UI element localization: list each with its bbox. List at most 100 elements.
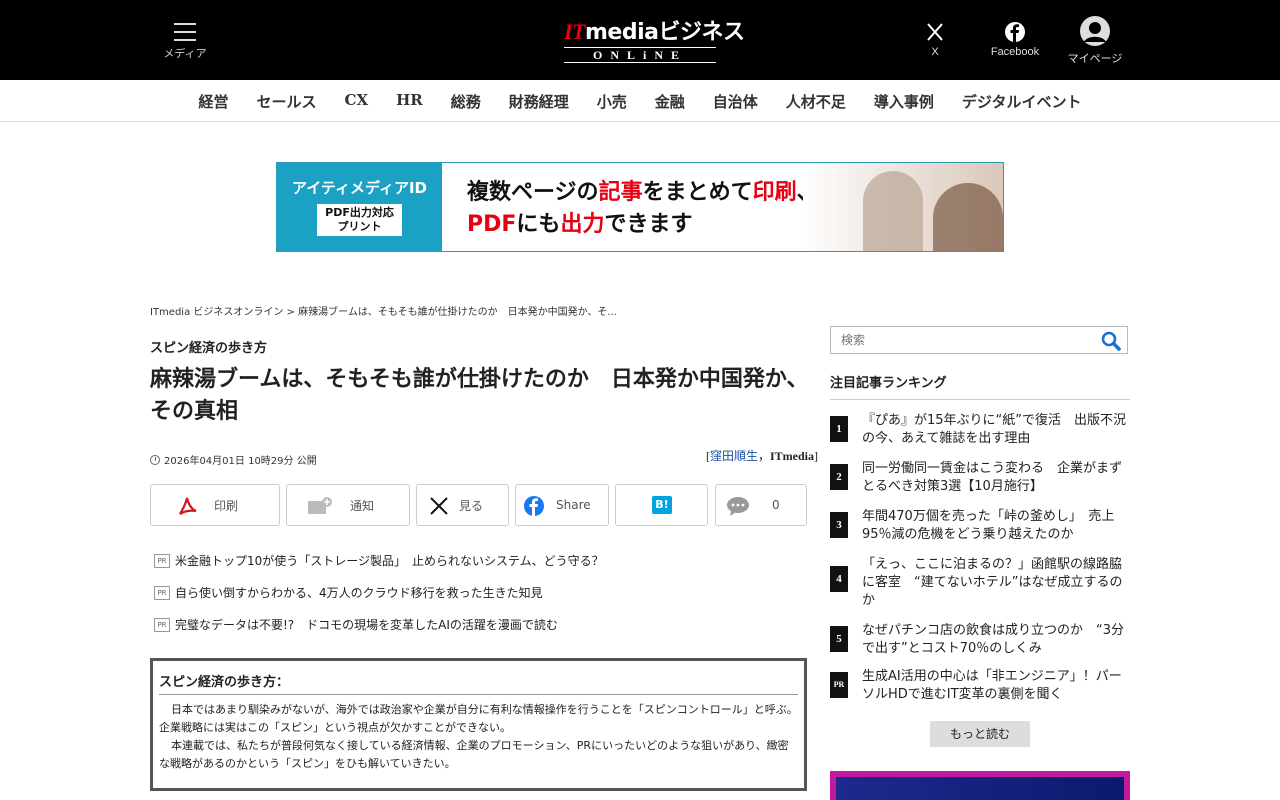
pr-link-item[interactable]: PR 自ら使い倒すからわかる、4万人のクラウド移行を救った生きた知見 xyxy=(154,584,604,616)
series-description-box: スピン経済の歩き方： 日本ではあまり馴染みがないが、海外では政治家や企業が自分に… xyxy=(150,658,807,791)
rank-title: 「えっ、ここに泊まるの？」函館駅の線路脇に客室 “建てないホテル”はなぜ成立する… xyxy=(862,557,1123,608)
notify-plus-icon xyxy=(308,497,332,514)
category-item[interactable]: 財務経理 xyxy=(495,91,583,112)
print-label: 印刷 xyxy=(214,498,239,513)
banner-copy-highlight: 記事 xyxy=(598,180,643,205)
share-toolbar: 印刷 通知 見る Share B! 0 xyxy=(150,484,810,526)
x-icon xyxy=(927,23,943,41)
facebook-share-label: Share xyxy=(556,498,591,512)
menu-label: メディア xyxy=(163,47,207,60)
site-header: メディア ITmediaビジネス ONLiNE X Facebook マイページ xyxy=(0,0,1280,80)
x-share-label: 見る xyxy=(459,498,484,513)
ranking-item[interactable]: 4 「えっ、ここに泊まるの？」函館駅の線路脇に客室 “建てないホテル”はなぜ成立す… xyxy=(830,556,1130,610)
category-nav: 経営 セールス CX HR 総務 財務経理 小売 金融 自治体 人材不足 導入事例 デジタルイベント xyxy=(0,80,1280,122)
rank-number: 5 xyxy=(830,626,848,652)
hatena-icon: B! xyxy=(652,496,672,514)
category-list: 経営 セールス CX HR 総務 財務経理 小売 金融 自治体 人材不足 導入事例 デジタルイベント xyxy=(184,91,1095,112)
banner-brand: アイティメディアID xyxy=(291,179,428,197)
banner-brand-panel: アイティメディアID PDF出力対応 プリント xyxy=(277,163,442,251)
category-item[interactable]: HR xyxy=(382,91,437,112)
comment-button[interactable]: 0 xyxy=(715,484,807,526)
rank-number: 1 xyxy=(830,416,848,442)
category-item[interactable]: CX xyxy=(331,91,383,112)
banner-ad[interactable]: アイティメディアID PDF出力対応 プリント 複数ページの記事をまとめて印刷、… xyxy=(276,162,1004,252)
clock-icon xyxy=(150,454,160,465)
publish-date: 2026年04月01日 10時29分 公開 xyxy=(150,452,317,467)
banner-badge-line2: プリント xyxy=(337,220,382,233)
mypage-label: マイページ xyxy=(1067,53,1123,65)
pr-link-item[interactable]: PR 米金融トップ10が使う「ストレージ製品」 止められないシステム、どう守る？ xyxy=(154,552,604,584)
x-share-button[interactable]: 見る xyxy=(416,484,509,526)
pdf-icon xyxy=(179,497,197,515)
logo-sub: ONLiNE xyxy=(564,47,716,63)
comment-icon xyxy=(727,497,749,516)
category-item[interactable]: 経営 xyxy=(184,91,242,112)
article-title: 麻辣湯ブームは、そもそも誰が仕掛けたのか 日本発か中国発か、その真相 xyxy=(150,367,809,424)
banner-copy-highlight: 印刷 xyxy=(752,180,797,205)
author-byline: [窪田順生，ITmedia] xyxy=(706,447,818,464)
category-item[interactable]: セールス xyxy=(242,91,330,112)
facebook-icon xyxy=(1005,22,1025,42)
x-link[interactable]: X xyxy=(915,22,955,58)
facebook-link[interactable]: Facebook xyxy=(985,22,1045,58)
category-item[interactable]: 総務 xyxy=(437,91,495,112)
notify-button[interactable]: 通知 xyxy=(286,484,410,526)
ranking-heading: 注目記事ランキング xyxy=(830,372,1130,400)
breadcrumb[interactable]: ITmedia ビジネスオンライン > 麻辣湯ブームは、そもそも誰が仕掛けたのか… xyxy=(150,303,617,318)
category-item[interactable]: デジタルイベント xyxy=(948,91,1096,112)
rank-number: PR xyxy=(830,672,848,698)
x-label: X xyxy=(931,46,939,58)
category-item[interactable]: 導入事例 xyxy=(860,91,948,112)
rank-number: 2 xyxy=(830,464,848,490)
pr-links: PR 米金融トップ10が使う「ストレージ製品」 止められないシステム、どう守る？ P… xyxy=(154,552,604,648)
category-item[interactable]: 人材不足 xyxy=(772,91,860,112)
media-menu-button[interactable]: メディア xyxy=(160,20,210,64)
publish-date-text: 2026年04月01日 10時29分 公開 xyxy=(164,456,317,467)
logo-prefix: IT xyxy=(564,19,586,44)
hamburger-icon xyxy=(174,23,196,41)
pr-link-text: 自ら使い倒すからわかる、4万人のクラウド移行を救った生きた知見 xyxy=(175,586,543,600)
banner-copy-text: できます xyxy=(604,212,693,237)
sidebar-ad[interactable] xyxy=(830,771,1130,800)
banner-copy-highlight: 出力 xyxy=(560,212,605,237)
series-label[interactable]: スピン経済の歩き方 xyxy=(150,337,267,356)
facebook-label: Facebook xyxy=(990,46,1040,58)
pr-link-item[interactable]: PR 完璧なデータは不要!? ドコモの現場を変革したAIの活躍を漫画で読む xyxy=(154,616,604,648)
search-icon[interactable] xyxy=(1101,331,1121,351)
author-bracket: ] xyxy=(814,449,818,463)
mypage-link[interactable]: マイページ xyxy=(1062,16,1128,66)
facebook-icon xyxy=(524,496,544,516)
pr-tag: PR xyxy=(154,586,170,600)
print-button[interactable]: 印刷 xyxy=(150,484,280,526)
site-logo[interactable]: ITmediaビジネス ONLiNE xyxy=(564,14,745,64)
banner-photo xyxy=(803,163,1003,251)
rank-number: 3 xyxy=(830,512,848,538)
banner-badge-line1: PDF出力対応 xyxy=(325,206,394,219)
user-avatar-icon xyxy=(1080,16,1110,46)
author-link[interactable]: 窪田順生 xyxy=(710,449,758,463)
hatena-bookmark-button[interactable]: B! xyxy=(615,484,708,526)
rank-title: なぜパチンコ店の飲食は成り立つのか “3分で出す”とコスト70％のしくみ xyxy=(862,623,1125,656)
pr-tag: PR xyxy=(154,554,170,568)
ranking-item[interactable]: 3 年間470万個を売った「峠の釜めし」 売上95％減の危機をどう乗り越えたのか xyxy=(830,508,1130,544)
more-button[interactable]: もっと読む xyxy=(930,721,1030,747)
category-item[interactable]: 金融 xyxy=(641,91,699,112)
pr-link-text: 完璧なデータは不要!? ドコモの現場を変革したAIの活躍を漫画で読む xyxy=(175,618,558,632)
ranking-item[interactable]: PR 生成AI活用の中心は「非エンジニア」！パーソルHDで進むIT変革の裏側を聞く xyxy=(830,668,1130,704)
pr-tag: PR xyxy=(154,618,170,632)
logo-main: mediaビジネス xyxy=(585,20,745,45)
banner-copy: 複数ページの記事をまとめて印刷、 PDFにも出力できます xyxy=(467,177,819,241)
facebook-share-button[interactable]: Share xyxy=(515,484,609,526)
pr-link-text: 米金融トップ10が使う「ストレージ製品」 止められないシステム、どう守る？ xyxy=(175,554,604,568)
category-item[interactable]: 自治体 xyxy=(699,91,772,112)
ranking-item[interactable]: 5 なぜパチンコ店の飲食は成り立つのか “3分で出す”とコスト70％のしくみ xyxy=(830,622,1130,658)
rank-title: 年間470万個を売った「峠の釜めし」 売上95％減の危機をどう乗り越えたのか xyxy=(862,509,1115,542)
rank-title: 『ぴあ』が15年ぶりに“紙”で復活 出版不況の今、あえて雑誌を出す理由 xyxy=(862,413,1127,446)
ranking-item[interactable]: 1 『ぴあ』が15年ぶりに“紙”で復活 出版不況の今、あえて雑誌を出す理由 xyxy=(830,412,1130,448)
x-icon xyxy=(430,497,448,515)
search-input[interactable] xyxy=(831,327,1091,353)
comment-count: 0 xyxy=(772,498,780,512)
ranking-item[interactable]: 2 同一労働同一賃金はこう変わる 企業がまずとるべき対策3選【10月施行】 xyxy=(830,460,1130,496)
category-item[interactable]: 小売 xyxy=(583,91,641,112)
banner-copy-text: 複数ページの xyxy=(467,180,599,205)
